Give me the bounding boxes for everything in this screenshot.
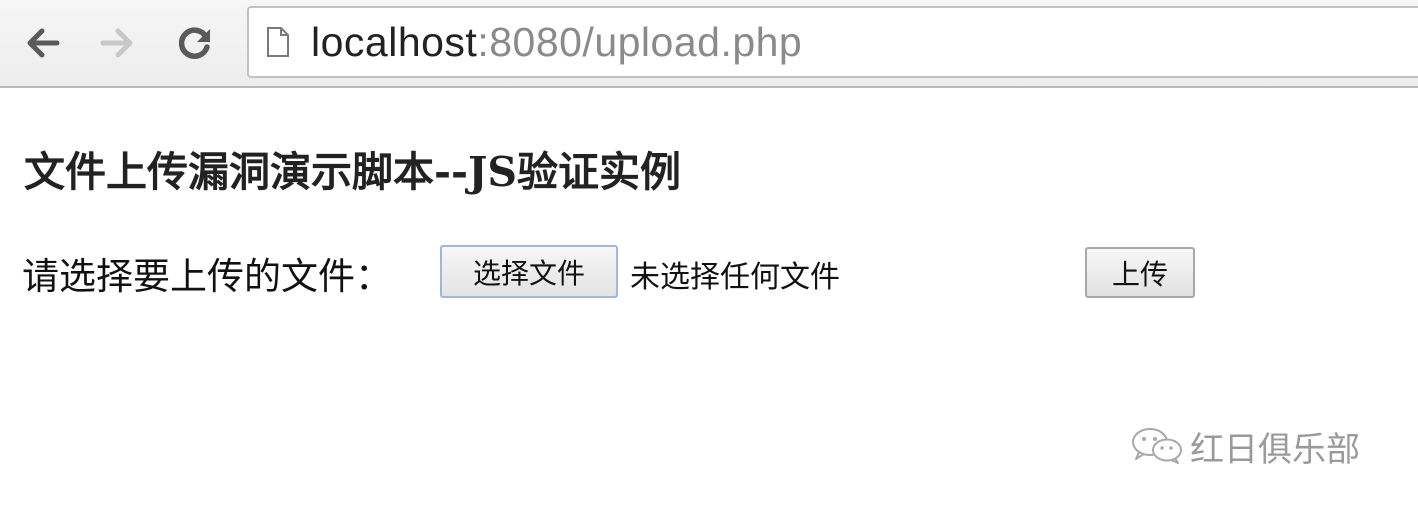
forward-button[interactable] bbox=[92, 18, 142, 68]
upload-label: 请选择要上传的文件： bbox=[22, 255, 392, 298]
watermark-text: 红日俱乐部 bbox=[1190, 430, 1360, 470]
url-host: localhost bbox=[311, 18, 478, 65]
back-button[interactable] bbox=[18, 18, 68, 68]
selected-file-status: 未选择任何文件 bbox=[630, 260, 840, 295]
upload-button[interactable]: 上传 bbox=[1085, 247, 1195, 298]
browser-toolbar: localhost:8080/upload.php bbox=[0, 0, 1418, 88]
reload-icon bbox=[177, 25, 213, 61]
address-bar[interactable]: localhost:8080/upload.php bbox=[247, 6, 1418, 78]
page-title: 文件上传漏洞演示脚本--JS验证实例 bbox=[24, 148, 682, 196]
url-text[interactable]: localhost:8080/upload.php bbox=[311, 19, 802, 66]
document-icon bbox=[263, 22, 293, 62]
url-path: :8080/upload.php bbox=[477, 18, 803, 65]
choose-file-button[interactable]: 选择文件 bbox=[440, 245, 618, 298]
watermark: 红日俱乐部 bbox=[1130, 422, 1360, 471]
wechat-icon bbox=[1130, 425, 1184, 469]
arrow-right-icon bbox=[100, 28, 134, 58]
reload-button[interactable] bbox=[170, 18, 220, 68]
arrow-left-icon bbox=[26, 28, 60, 58]
